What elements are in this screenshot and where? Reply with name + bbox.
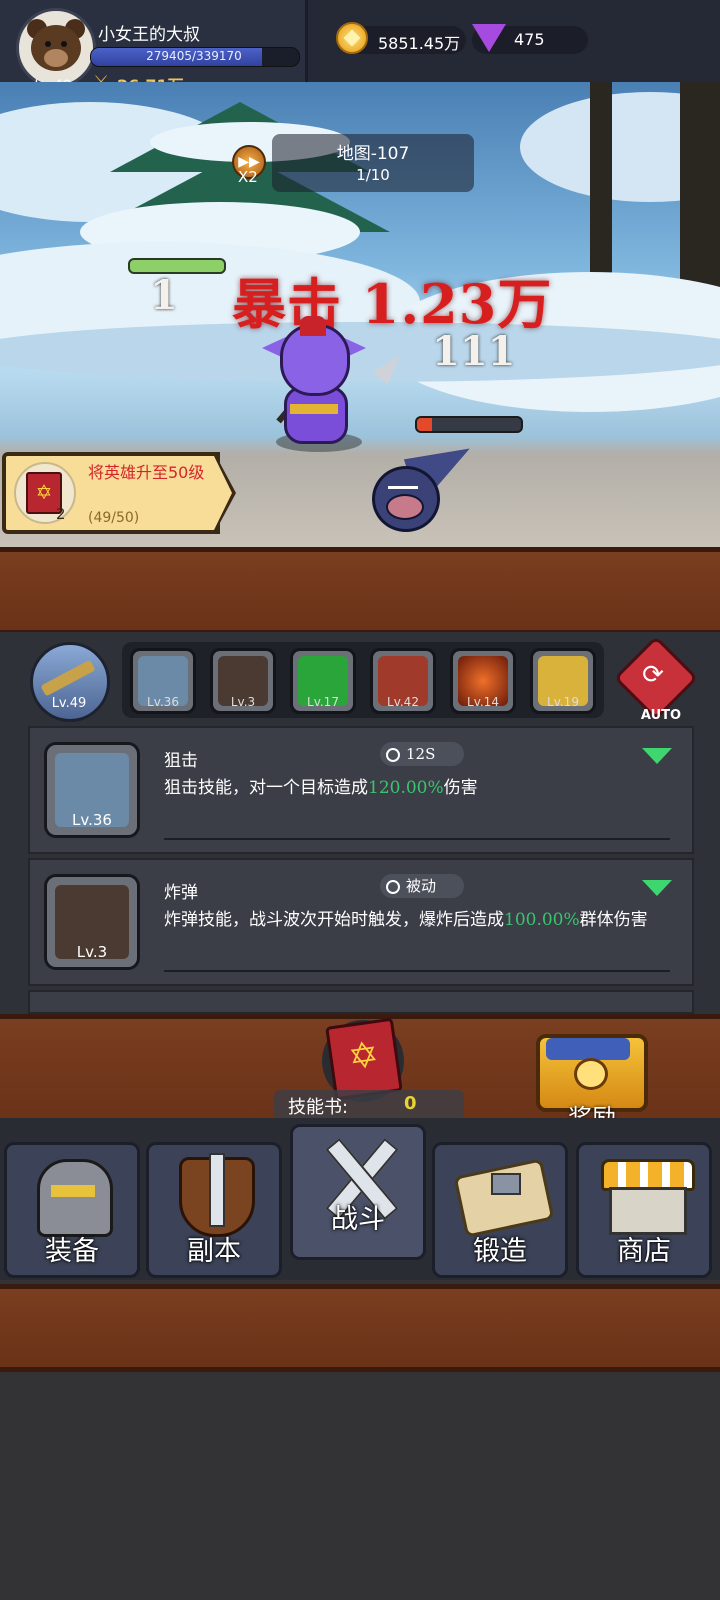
- skill-level: Lv.36: [72, 811, 112, 829]
- skill-description: 炸弹技能，战斗波次开始时触发，爆炸后造成100.00%群体伤害: [164, 908, 684, 932]
- skill-name: 炸弹: [164, 883, 198, 903]
- nav-label: 装备: [45, 1236, 99, 1267]
- cooldown-value: 12S: [406, 745, 436, 763]
- quest-reward-count: 2: [56, 505, 66, 523]
- skill-slot-beast[interactable]: Lv.42: [370, 648, 436, 714]
- sword-blade: [209, 1153, 225, 1227]
- expand-arrow-icon[interactable]: [642, 748, 672, 764]
- quest-progress: (49/50): [88, 510, 140, 526]
- bat-snout: [386, 494, 424, 520]
- skill-slot-level: Lv.42: [387, 695, 419, 709]
- skill-slot-level: Lv.3: [230, 695, 256, 709]
- chest-lock-icon: [574, 1058, 608, 1090]
- skill-slot-sniper[interactable]: Lv.36: [130, 648, 196, 714]
- skill-book-label: 技能书:: [288, 1097, 349, 1118]
- skill-slot-level: Lv.36: [147, 695, 179, 709]
- nav-tab-dungeon[interactable]: 副本: [146, 1142, 282, 1278]
- chest-lid: [546, 1038, 630, 1060]
- enemy-hp-bar: [415, 416, 523, 433]
- skill-book-icon[interactable]: ✡: [325, 1017, 403, 1101]
- nav-tab-equipment[interactable]: 装备: [4, 1142, 140, 1278]
- skill-damage-value: 100.00%: [504, 910, 580, 930]
- expand-arrow-icon[interactable]: [642, 880, 672, 896]
- skill-desc-text: 狙击技能，对一个目标造成: [164, 778, 368, 798]
- gold-amount: 5851.45万: [378, 34, 461, 53]
- hammer-scroll-icon: [453, 1158, 555, 1238]
- nav-tab-battle[interactable]: 战斗: [290, 1124, 426, 1260]
- hammer-head: [491, 1173, 521, 1195]
- skill-name: 狙击: [164, 751, 198, 771]
- card-divider: [164, 838, 670, 840]
- skill-level: Lv.3: [76, 943, 108, 961]
- skill-slot-level: Lv.19: [547, 695, 579, 709]
- nav-label: 副本: [187, 1236, 241, 1267]
- goblin-hair: [300, 316, 326, 336]
- exp-text: 279405/339170: [146, 49, 242, 63]
- player-avatar[interactable]: [16, 8, 96, 88]
- quest-banner-arrow-inner: [214, 456, 232, 530]
- skill-card-next[interactable]: [28, 990, 694, 1014]
- skill-cooldown: 被动: [380, 874, 464, 898]
- skill-description: 狙击技能，对一个目标造成120.00%伤害: [164, 776, 684, 800]
- shop-building: [609, 1187, 687, 1235]
- skill-book-count: 0: [404, 1093, 417, 1114]
- enemy-hp-fill: [417, 418, 432, 431]
- gem-amount: 475: [514, 30, 545, 49]
- cooldown-value: 被动: [406, 877, 437, 895]
- wood-divider: [0, 547, 720, 635]
- gem-icon: [472, 24, 506, 52]
- speed-multiplier[interactable]: X2: [238, 168, 258, 186]
- quest-title: 将英雄升至50级: [88, 463, 205, 482]
- skill-desc-text: 伤害: [443, 778, 478, 798]
- bomb-skill-icon: Lv.3: [44, 874, 140, 970]
- nav-tab-forge[interactable]: 锻造: [432, 1142, 568, 1278]
- skill-slot-meteor[interactable]: Lv.14: [450, 648, 516, 714]
- card-divider: [164, 970, 670, 972]
- skill-desc-text: 群体伤害: [579, 910, 648, 930]
- player-name: 小女王的大叔: [98, 25, 200, 45]
- nav-label: 商店: [617, 1236, 671, 1267]
- damage-number: 111: [432, 328, 516, 375]
- gold-coin-icon: [336, 22, 368, 54]
- skill-card-bomb[interactable]: Lv.3 炸弹 被动 炸弹技能，战斗波次开始时触发，爆炸后造成100.00%群体…: [28, 858, 694, 986]
- goblin-belt: [290, 404, 338, 414]
- skill-slot-poison[interactable]: Lv.17: [290, 648, 356, 714]
- skill-cooldown: 12S: [380, 742, 464, 766]
- map-name: 地图-107: [336, 144, 410, 164]
- nav-label: 锻造: [473, 1236, 527, 1267]
- skill-slot-level: Lv.17: [307, 695, 339, 709]
- clock-icon: [386, 748, 400, 762]
- nav-label: 战斗: [331, 1204, 385, 1235]
- refresh-icon: ⟳: [642, 660, 664, 690]
- skill-desc-text: 炸弹技能，战斗波次开始时触发，爆炸后造成: [164, 910, 504, 930]
- skill-slot-lightning[interactable]: Lv.19: [530, 648, 596, 714]
- wave-counter: 1/10: [356, 166, 390, 184]
- helmet-icon: [37, 1159, 113, 1237]
- sniper-skill-icon: Lv.36: [44, 742, 140, 838]
- skill-slot-level: Lv.14: [467, 695, 499, 709]
- wood-divider: [0, 1284, 720, 1372]
- skill-slot-bomb[interactable]: Lv.3: [210, 648, 276, 714]
- skill-card-sniper[interactable]: Lv.36 狙击 12S 狙击技能，对一个目标造成120.00%伤害: [28, 726, 694, 854]
- weapon-level: Lv.49: [51, 696, 87, 711]
- skill-damage-value: 120.00%: [368, 778, 444, 798]
- bat-eyes: [388, 478, 418, 489]
- helmet-visor: [51, 1185, 95, 1197]
- clock-icon: [386, 880, 400, 894]
- auto-label: AUTO: [640, 708, 682, 723]
- damage-number: 1: [150, 272, 178, 319]
- nav-tab-shop[interactable]: 商店: [576, 1142, 712, 1278]
